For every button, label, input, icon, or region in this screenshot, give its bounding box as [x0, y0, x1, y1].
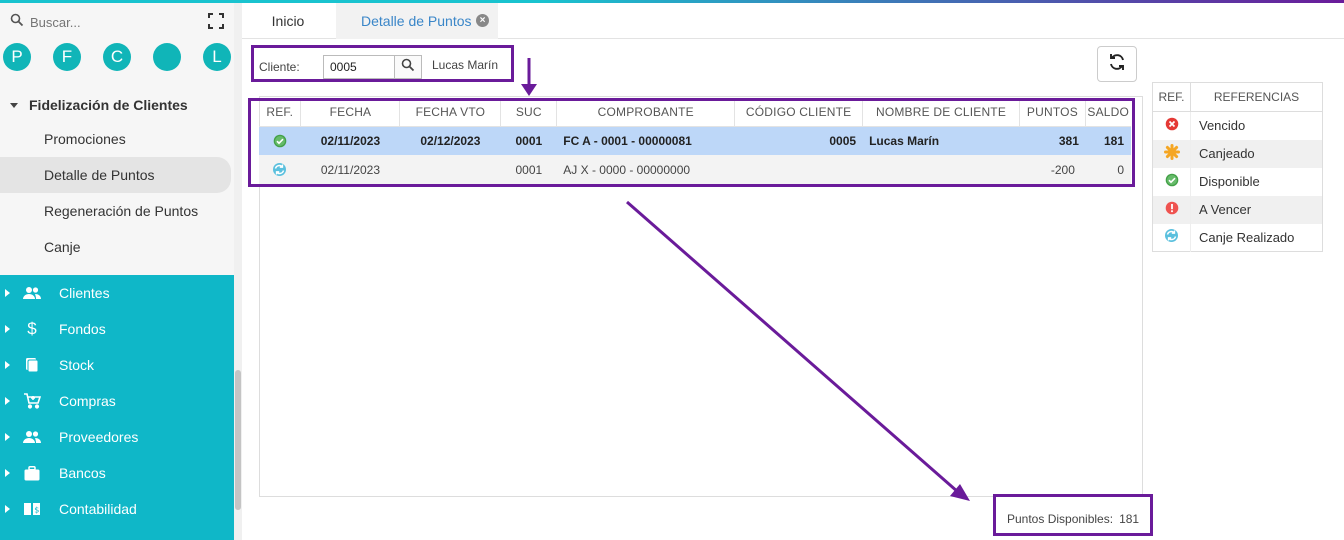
- legend-label: Vencido: [1199, 118, 1246, 134]
- client-code-input[interactable]: 0005: [323, 55, 395, 79]
- sidebar-item-label: Proveedores: [59, 429, 139, 445]
- client-name: Lucas Marín: [432, 58, 499, 72]
- sidebar: P F C L Fidelización de Clientes Promoci…: [0, 3, 234, 540]
- sidebar-item-contabilidad[interactable]: $ Contabilidad: [0, 491, 234, 527]
- sidebar-item-label: Contabilidad: [59, 501, 137, 517]
- sidebar-item-proveedores[interactable]: Proveedores: [0, 419, 234, 455]
- shortcut-avatar[interactable]: P: [3, 43, 31, 71]
- shortcut-avatar[interactable]: C: [103, 43, 131, 71]
- ledger-icon: $: [22, 499, 42, 519]
- caret-right-icon: [5, 469, 10, 477]
- cart-icon: [22, 391, 42, 411]
- sidebar-item-clientes[interactable]: Clientes: [0, 275, 234, 311]
- grid-highlight-box: [248, 98, 1135, 187]
- svg-text:$: $: [34, 506, 39, 515]
- sidebar-item-compras[interactable]: Compras: [0, 383, 234, 419]
- sidebar-item-stock[interactable]: Stock: [0, 347, 234, 383]
- caret-down-icon: [10, 102, 18, 108]
- a-vencer-icon: [1165, 201, 1179, 218]
- sidebar-item-fondos[interactable]: $ Fondos: [0, 311, 234, 347]
- legend-header-ref: REF.: [1152, 82, 1191, 112]
- arrow-down-head: [521, 84, 537, 96]
- available-points-label: Puntos Disponibles:: [1007, 512, 1114, 526]
- people-icon: [22, 283, 42, 303]
- sidebar-item-regeneracion[interactable]: Regeneración de Puntos: [0, 193, 234, 229]
- caret-right-icon: [5, 289, 10, 297]
- refresh-icon: [1107, 52, 1127, 77]
- sidebar-item-label: Stock: [59, 357, 95, 373]
- tab-bar: Inicio Detalle de Puntos ×: [242, 3, 1344, 39]
- sidebar-scrollbar-thumb[interactable]: [235, 370, 241, 510]
- caret-right-icon: [5, 505, 10, 513]
- vencido-icon: [1165, 117, 1179, 134]
- client-label: Cliente:: [259, 60, 300, 74]
- available-points-value: 181: [1119, 512, 1140, 526]
- briefcase-icon: [22, 463, 42, 483]
- box-icon: [22, 355, 42, 375]
- people-icon: [22, 427, 42, 447]
- sidebar-search: [0, 9, 234, 35]
- caret-right-icon: [5, 361, 10, 369]
- shortcut-avatar[interactable]: F: [53, 43, 81, 71]
- tab-detalle-de-puntos[interactable]: Detalle de Puntos ×: [336, 3, 498, 39]
- sidebar-search-input[interactable]: [30, 11, 200, 33]
- sidebar-item-bancos[interactable]: Bancos: [0, 455, 234, 491]
- legend-item: Disponible: [1152, 167, 1323, 196]
- menu-group-header[interactable]: Fidelización de Clientes: [0, 89, 234, 121]
- shortcut-avatar[interactable]: [153, 43, 181, 71]
- module-menu: Clientes $ Fondos Stock Compras Proveedo…: [0, 275, 234, 540]
- sidebar-item-label: Compras: [59, 393, 116, 409]
- close-tab-icon[interactable]: ×: [476, 14, 489, 27]
- legend-table: REF. REFERENCIAS Vencido Canjeado Dispon…: [1152, 82, 1323, 252]
- legend-label: Disponible: [1199, 174, 1260, 189]
- search-icon: [10, 13, 24, 32]
- sidebar-item-detalle-de-puntos[interactable]: Detalle de Puntos: [0, 157, 231, 193]
- legend-label: Canjeado: [1190, 139, 1323, 168]
- canje-realizado-icon: [1164, 228, 1179, 246]
- legend-item: A Vencer: [1152, 195, 1323, 224]
- legend-label: A Vencer: [1190, 195, 1323, 224]
- fullscreen-icon[interactable]: [208, 13, 224, 34]
- dollar-icon: $: [27, 319, 37, 338]
- client-search-button[interactable]: [394, 55, 422, 79]
- tab-inicio[interactable]: Inicio: [242, 3, 334, 39]
- sidebar-item-label: Fondos: [59, 321, 106, 337]
- refresh-button[interactable]: [1097, 46, 1137, 82]
- sidebar-item-label: Clientes: [59, 285, 110, 301]
- legend-item: Vencido: [1152, 111, 1323, 140]
- legend-label: Canje Realizado: [1199, 229, 1295, 245]
- caret-right-icon: [5, 397, 10, 405]
- sidebar-item-label: Bancos: [59, 465, 106, 481]
- legend-item: Canjeado: [1152, 139, 1323, 168]
- available-points: Puntos Disponibles: 181: [1007, 512, 1139, 526]
- canjeado-icon: [1163, 144, 1180, 163]
- menu-group-fidelizacion: Fidelización de Clientes Promociones Det…: [0, 89, 234, 265]
- shortcut-avatar[interactable]: L: [203, 43, 231, 71]
- caret-right-icon: [5, 433, 10, 441]
- disponible-icon: [1165, 173, 1179, 190]
- legend-header-title: REFERENCIAS: [1190, 82, 1323, 112]
- tab-label: Detalle de Puntos: [361, 13, 472, 29]
- legend-item: Canje Realizado: [1152, 223, 1323, 252]
- sidebar-item-promociones[interactable]: Promociones: [0, 121, 234, 157]
- caret-right-icon: [5, 325, 10, 333]
- sidebar-item-canje[interactable]: Canje: [0, 229, 234, 265]
- search-icon: [401, 58, 415, 77]
- menu-group-title: Fidelización de Clientes: [29, 97, 188, 113]
